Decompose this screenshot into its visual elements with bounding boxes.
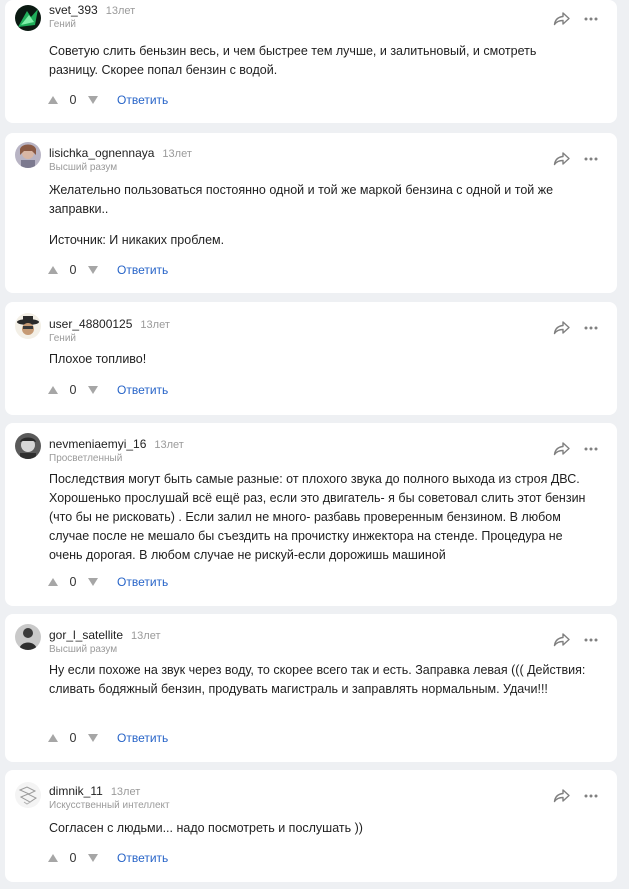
answer-time: 13лет [105,5,136,17]
answer-actions: 0 Ответить [47,92,168,108]
author-rank: Просветленный [49,453,123,464]
downvote-icon[interactable] [87,577,99,587]
upvote-icon[interactable] [47,733,59,743]
vote-score: 0 [69,383,77,397]
vote-score: 0 [69,263,77,277]
share-icon[interactable] [553,441,571,457]
answer-author[interactable]: user_48800125 13лет [49,317,170,331]
answer-time: 13лет [140,319,170,331]
more-options-icon[interactable] [583,320,599,336]
reply-link[interactable]: Ответить [117,263,168,277]
answer-actions: 0 Ответить [47,574,168,590]
more-options-icon[interactable] [583,632,599,648]
answer-time: 13лет [110,786,141,798]
answer-author[interactable]: nevmeniaemyi_16 13лет [49,437,184,451]
answer-text: Желательно пользоваться постоянно одной … [49,181,587,250]
upvote-icon[interactable] [47,853,59,863]
answer-text: Советую слить беньзин весь, и чем быстре… [49,42,587,80]
reply-link[interactable]: Ответить [117,731,168,745]
answer-author[interactable]: lisichka_ognennaya 13лет [49,146,192,160]
abstract-green-avatar-icon[interactable] [15,5,41,31]
answer-author[interactable]: svet_393 13лет [49,3,135,17]
downvote-icon[interactable] [87,265,99,275]
answer-actions: 0 Ответить [47,850,168,866]
author-name[interactable]: svet_393 [49,3,98,17]
answer-paragraph: Ну если похоже на звук через воду, то ск… [49,663,586,696]
more-options-icon[interactable] [583,11,599,27]
answer-paragraph: Согласен с людьми... надо посмотреть и п… [49,821,363,835]
more-options-icon[interactable] [583,151,599,167]
author-name[interactable]: dimnik_11 [49,784,103,798]
answer-paragraph: Плохое топливо! [49,352,147,366]
answer-time: 13лет [154,439,184,451]
answer-card: user_48800125 13лет Гений Плохое топливо!… [5,302,617,415]
reply-link[interactable]: Ответить [117,575,168,589]
portrait-avatar-icon[interactable] [15,142,41,168]
answer-text: Ну если похоже на звук через воду, то ск… [49,661,587,699]
answer-time: 13лет [162,148,192,160]
more-options-icon[interactable] [583,788,599,804]
answer-text: Плохое топливо! [49,350,587,369]
more-options-icon[interactable] [583,441,599,457]
author-rank: Гений [49,333,77,344]
share-icon[interactable] [553,151,571,167]
downvote-icon[interactable] [87,95,99,105]
author-name[interactable]: user_48800125 [49,317,132,331]
answer-paragraph: Последствия могут быть самые разные: от … [49,472,586,562]
share-icon[interactable] [553,788,571,804]
hat-character-avatar-icon[interactable] [15,313,41,339]
answer-card: nevmeniaemyi_16 13лет Просветленный После… [5,423,617,606]
author-rank: Искусственный интеллект [49,800,170,811]
author-rank: Высший разум [49,644,118,655]
bw-portrait-avatar-icon[interactable] [15,433,41,459]
vote-score: 0 [69,851,77,865]
vote-score: 0 [69,93,77,107]
share-icon[interactable] [553,320,571,336]
answer-actions: 0 Ответить [47,730,168,746]
author-name[interactable]: gor_l_satellite [49,628,123,642]
answer-author[interactable]: gor_l_satellite 13лет [49,628,161,642]
answer-text: Согласен с людьми... надо посмотреть и п… [49,819,587,838]
sketch-avatar-icon[interactable] [15,782,41,808]
reply-link[interactable]: Ответить [117,851,168,865]
answers-list: svet_393 13лет Гений Советую слить беньзи… [0,0,629,889]
answer-text: Последствия могут быть самые разные: от … [49,470,587,565]
downvote-icon[interactable] [87,733,99,743]
answer-paragraph: Желательно пользоваться постоянно одной … [49,183,554,216]
share-icon[interactable] [553,632,571,648]
author-name[interactable]: lisichka_ognennaya [49,146,154,160]
answer-time: 13лет [131,630,161,642]
answer-actions: 0 Ответить [47,382,168,398]
answer-author[interactable]: dimnik_11 13лет [49,784,140,798]
vote-score: 0 [69,731,77,745]
answer-card: lisichka_ognennaya 13лет Высший разум Жел… [5,133,617,293]
reply-link[interactable]: Ответить [117,383,168,397]
author-rank: Высший разум [49,162,118,173]
upvote-icon[interactable] [47,95,59,105]
author-name[interactable]: nevmeniaemyi_16 [49,437,146,451]
upvote-icon[interactable] [47,385,59,395]
downvote-icon[interactable] [87,853,99,863]
answer-source: Источник: И никаких проблем. [49,233,225,247]
upvote-icon[interactable] [47,265,59,275]
answer-card: dimnik_11 13лет Искусственный интеллект С… [5,770,617,882]
downvote-icon[interactable] [87,385,99,395]
answer-card: svet_393 13лет Гений Советую слить беньзи… [5,0,617,123]
answer-card: gor_l_satellite 13лет Высший разум Ну есл… [5,614,617,762]
author-rank: Гений [49,19,77,30]
answer-paragraph: Советую слить беньзин весь, и чем быстре… [49,44,537,77]
upvote-icon[interactable] [47,577,59,587]
reply-link[interactable]: Ответить [117,93,168,107]
answer-actions: 0 Ответить [47,262,168,278]
vote-score: 0 [69,575,77,589]
dark-figure-avatar-icon[interactable] [15,624,41,650]
share-icon[interactable] [553,11,571,27]
